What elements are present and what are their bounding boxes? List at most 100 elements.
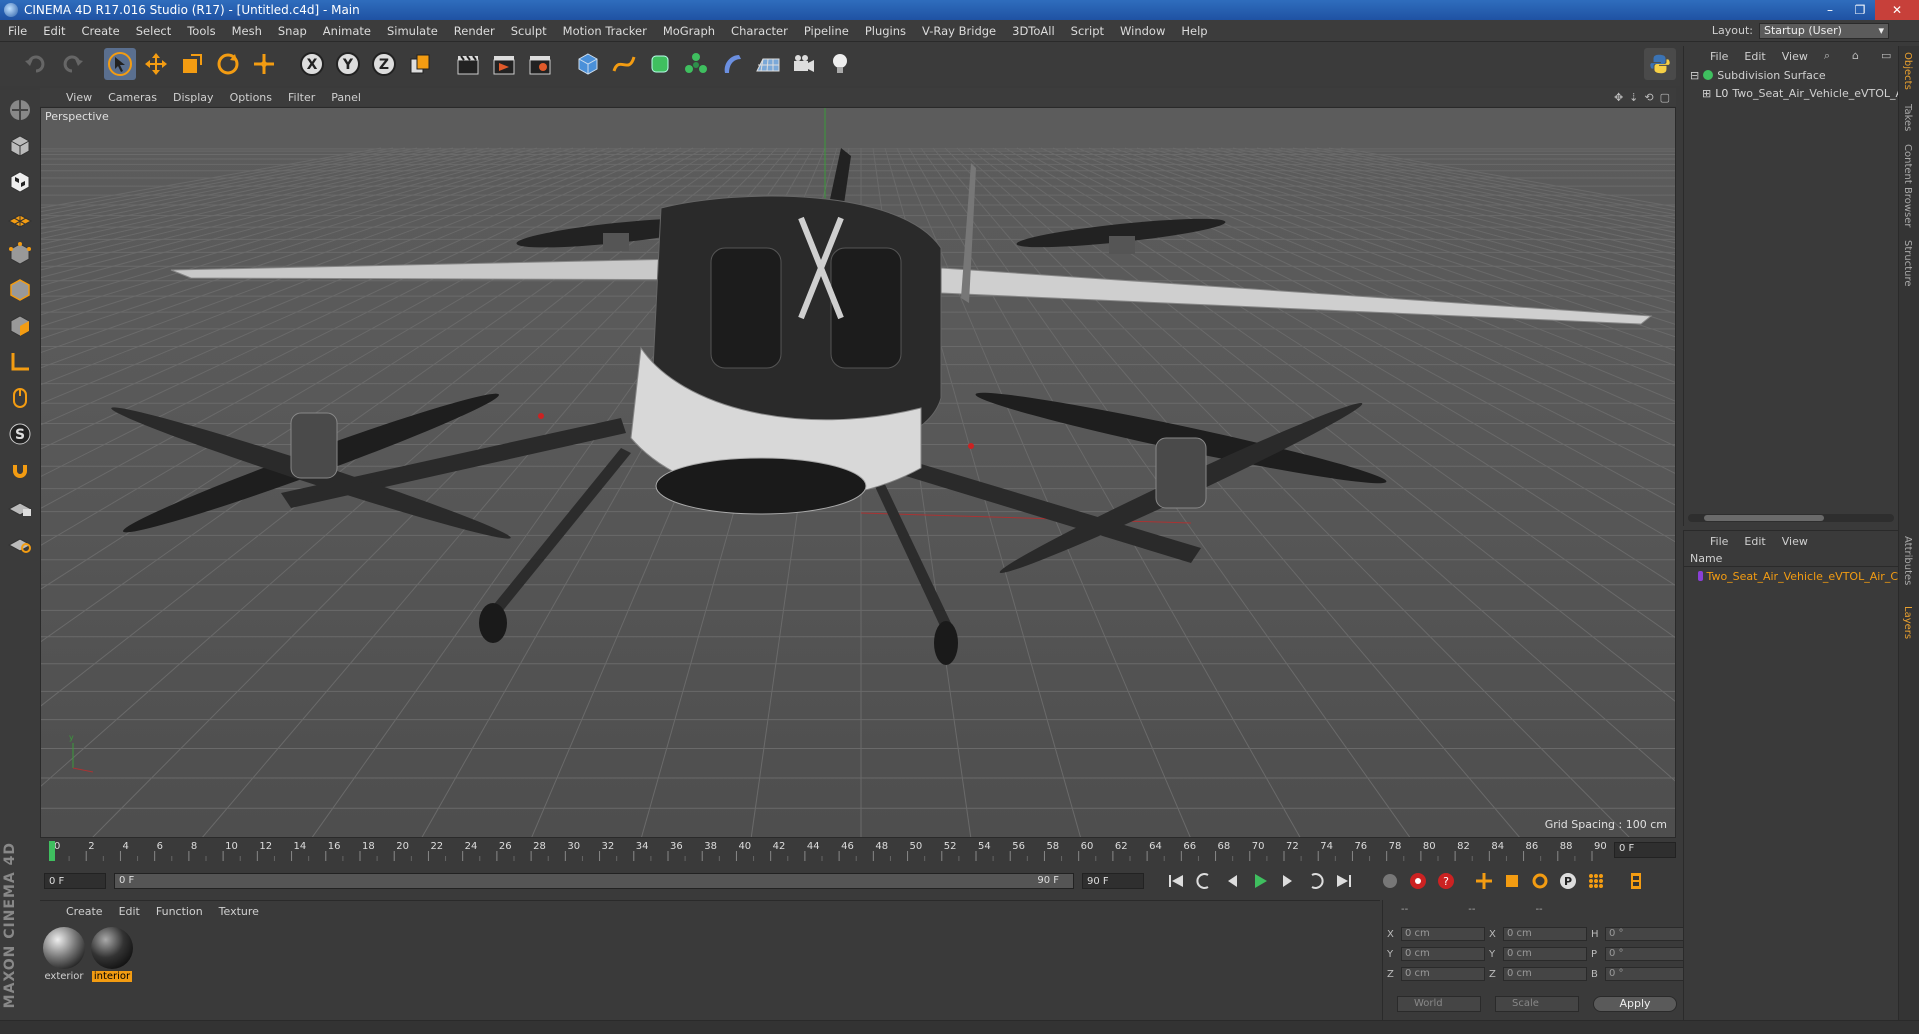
coordinate-mode-dropdown[interactable]: Scale xyxy=(1495,996,1579,1012)
tab-attributes[interactable]: Attributes xyxy=(1902,536,1913,585)
viewport-menu-panel[interactable]: Panel xyxy=(323,91,369,104)
tab-structure[interactable]: Structure xyxy=(1902,240,1913,287)
layer-menu-edit[interactable]: Edit xyxy=(1736,535,1773,548)
menu-pipeline[interactable]: Pipeline xyxy=(796,24,857,38)
close-button[interactable]: ✕ xyxy=(1875,0,1919,20)
workplane-mode-button[interactable] xyxy=(4,202,36,234)
viewport-menu-filter[interactable]: Filter xyxy=(280,91,323,104)
redo-button[interactable] xyxy=(56,48,88,80)
motion-record-button[interactable] xyxy=(1378,869,1402,893)
tab-takes[interactable]: Takes xyxy=(1902,104,1913,131)
playhead[interactable] xyxy=(49,841,55,861)
object-manager-scrollbar[interactable] xyxy=(1688,514,1894,522)
rotate-tool-button[interactable] xyxy=(212,48,244,80)
next-key-button[interactable] xyxy=(1304,869,1328,893)
material-swatch-exterior[interactable]: exterior xyxy=(42,927,86,982)
rotation-p-field[interactable]: 0 ° xyxy=(1605,947,1689,961)
go-to-start-button[interactable] xyxy=(1164,869,1188,893)
layout-dropdown[interactable]: Startup (User) ▾ xyxy=(1759,22,1889,39)
add-floor-button[interactable] xyxy=(752,48,784,80)
key-scale-button[interactable] xyxy=(1500,869,1524,893)
coordinate-space-dropdown[interactable]: World xyxy=(1397,996,1481,1012)
add-spline-pen-button[interactable] xyxy=(608,48,640,80)
tab-objects[interactable]: Objects xyxy=(1902,52,1913,90)
magnet-button[interactable] xyxy=(4,454,36,486)
add-camera-button[interactable] xyxy=(788,48,820,80)
previous-frame-button[interactable] xyxy=(1220,869,1244,893)
y-axis-lock-button[interactable]: Y xyxy=(332,48,364,80)
menu-vray-bridge[interactable]: V-Ray Bridge xyxy=(914,24,1004,38)
dolly-icon[interactable]: ⇣ xyxy=(1629,91,1638,104)
previous-key-button[interactable] xyxy=(1192,869,1216,893)
object-menu-view[interactable]: View xyxy=(1774,50,1816,63)
tab-layers[interactable]: Layers xyxy=(1902,606,1913,639)
render-settings-button[interactable] xyxy=(524,48,556,80)
material-menu-create[interactable]: Create xyxy=(58,905,111,918)
menu-render[interactable]: Render xyxy=(446,24,503,38)
maximize-button[interactable]: ❐ xyxy=(1845,0,1875,20)
key-rotation-button[interactable] xyxy=(1528,869,1552,893)
axis-mode-button[interactable] xyxy=(4,346,36,378)
minimize-button[interactable]: – xyxy=(1815,0,1845,20)
z-axis-lock-button[interactable]: Z xyxy=(368,48,400,80)
viewport-menu-cameras[interactable]: Cameras xyxy=(100,91,165,104)
viewport-menu-options[interactable]: Options xyxy=(222,91,280,104)
preview-range-slider[interactable]: 0 F 90 F xyxy=(114,873,1074,889)
points-mode-button[interactable] xyxy=(4,238,36,270)
scrollbar-thumb[interactable] xyxy=(1704,515,1824,521)
apply-button[interactable]: Apply xyxy=(1593,996,1677,1012)
menu-plugins[interactable]: Plugins xyxy=(857,24,914,38)
tab-content-browser[interactable]: Content Browser xyxy=(1902,144,1913,227)
orbit-icon[interactable]: ⟲ xyxy=(1644,91,1653,104)
search-icon[interactable]: ⌕ xyxy=(1816,49,1838,63)
pan-icon[interactable]: ✥ xyxy=(1614,91,1623,104)
texture-mode-button[interactable] xyxy=(4,166,36,198)
menu-file[interactable]: File xyxy=(0,24,35,38)
coordinate-system-button[interactable] xyxy=(404,48,436,80)
position-x-field[interactable]: 0 cm xyxy=(1401,927,1485,941)
maximize-view-icon[interactable]: ▢ xyxy=(1660,91,1670,104)
viewport-menu-view[interactable]: View xyxy=(58,91,100,104)
menu-tools[interactable]: Tools xyxy=(179,24,223,38)
timeline-ruler[interactable]: 0 2 4 6 8 10 12 14 16 18 20 22 24 26 28 30 32 34 36 38 40 42 4… xyxy=(40,839,1676,863)
3d-viewport[interactable]: y Perspective Grid Spacing : 100 cm xyxy=(40,107,1676,838)
home-icon[interactable]: ⌂ xyxy=(1844,49,1867,63)
key-parameter-button[interactable]: P xyxy=(1556,869,1580,893)
size-x-field[interactable]: 0 cm xyxy=(1503,927,1587,941)
add-mograph-cloner-button[interactable] xyxy=(680,48,712,80)
menu-help[interactable]: Help xyxy=(1173,24,1215,38)
menu-3dtoall[interactable]: 3DToAll xyxy=(1004,24,1063,38)
expand-icon[interactable]: ⊞ xyxy=(1702,87,1711,100)
tree-item-evtol-model[interactable]: ⊞ L0 Two_Seat_Air_Vehicle_eVTOL_Air_ xyxy=(1684,84,1898,102)
viewport-menu-display[interactable]: Display xyxy=(165,91,222,104)
object-menu-file[interactable]: File xyxy=(1702,50,1736,63)
menu-create[interactable]: Create xyxy=(74,24,128,38)
start-frame-field[interactable]: 0 F xyxy=(44,873,106,889)
make-editable-button[interactable] xyxy=(4,94,36,126)
next-frame-button[interactable] xyxy=(1276,869,1300,893)
menu-script[interactable]: Script xyxy=(1063,24,1112,38)
menu-edit[interactable]: Edit xyxy=(35,24,73,38)
layer-menu-file[interactable]: File xyxy=(1702,535,1736,548)
select-tool-button[interactable] xyxy=(104,48,136,80)
live-selection-button[interactable] xyxy=(248,48,280,80)
rotation-h-field[interactable]: 0 ° xyxy=(1605,927,1689,941)
menu-simulate[interactable]: Simulate xyxy=(379,24,446,38)
x-axis-lock-button[interactable]: X xyxy=(296,48,328,80)
rotation-b-field[interactable]: 0 ° xyxy=(1605,967,1689,981)
material-menu-function[interactable]: Function xyxy=(148,905,211,918)
key-position-button[interactable] xyxy=(1472,869,1496,893)
python-script-button[interactable] xyxy=(1644,48,1676,80)
size-z-field[interactable]: 0 cm xyxy=(1503,967,1587,981)
menu-motion-tracker[interactable]: Motion Tracker xyxy=(555,24,655,38)
layer-item[interactable]: Two_Seat_Air_Vehicle_eVTOL_Air_C xyxy=(1684,567,1898,585)
menu-window[interactable]: Window xyxy=(1112,24,1173,38)
scale-tool-button[interactable] xyxy=(176,48,208,80)
timeline-window-button[interactable] xyxy=(1624,869,1648,893)
menu-mograph[interactable]: MoGraph xyxy=(655,24,723,38)
menu-sculpt[interactable]: Sculpt xyxy=(503,24,555,38)
material-swatch-interior[interactable]: interior xyxy=(90,927,134,982)
end-frame-field[interactable]: 90 F xyxy=(1082,873,1144,889)
new-window-icon[interactable]: ▭ xyxy=(1873,49,1899,63)
render-picture-viewer-button[interactable] xyxy=(488,48,520,80)
